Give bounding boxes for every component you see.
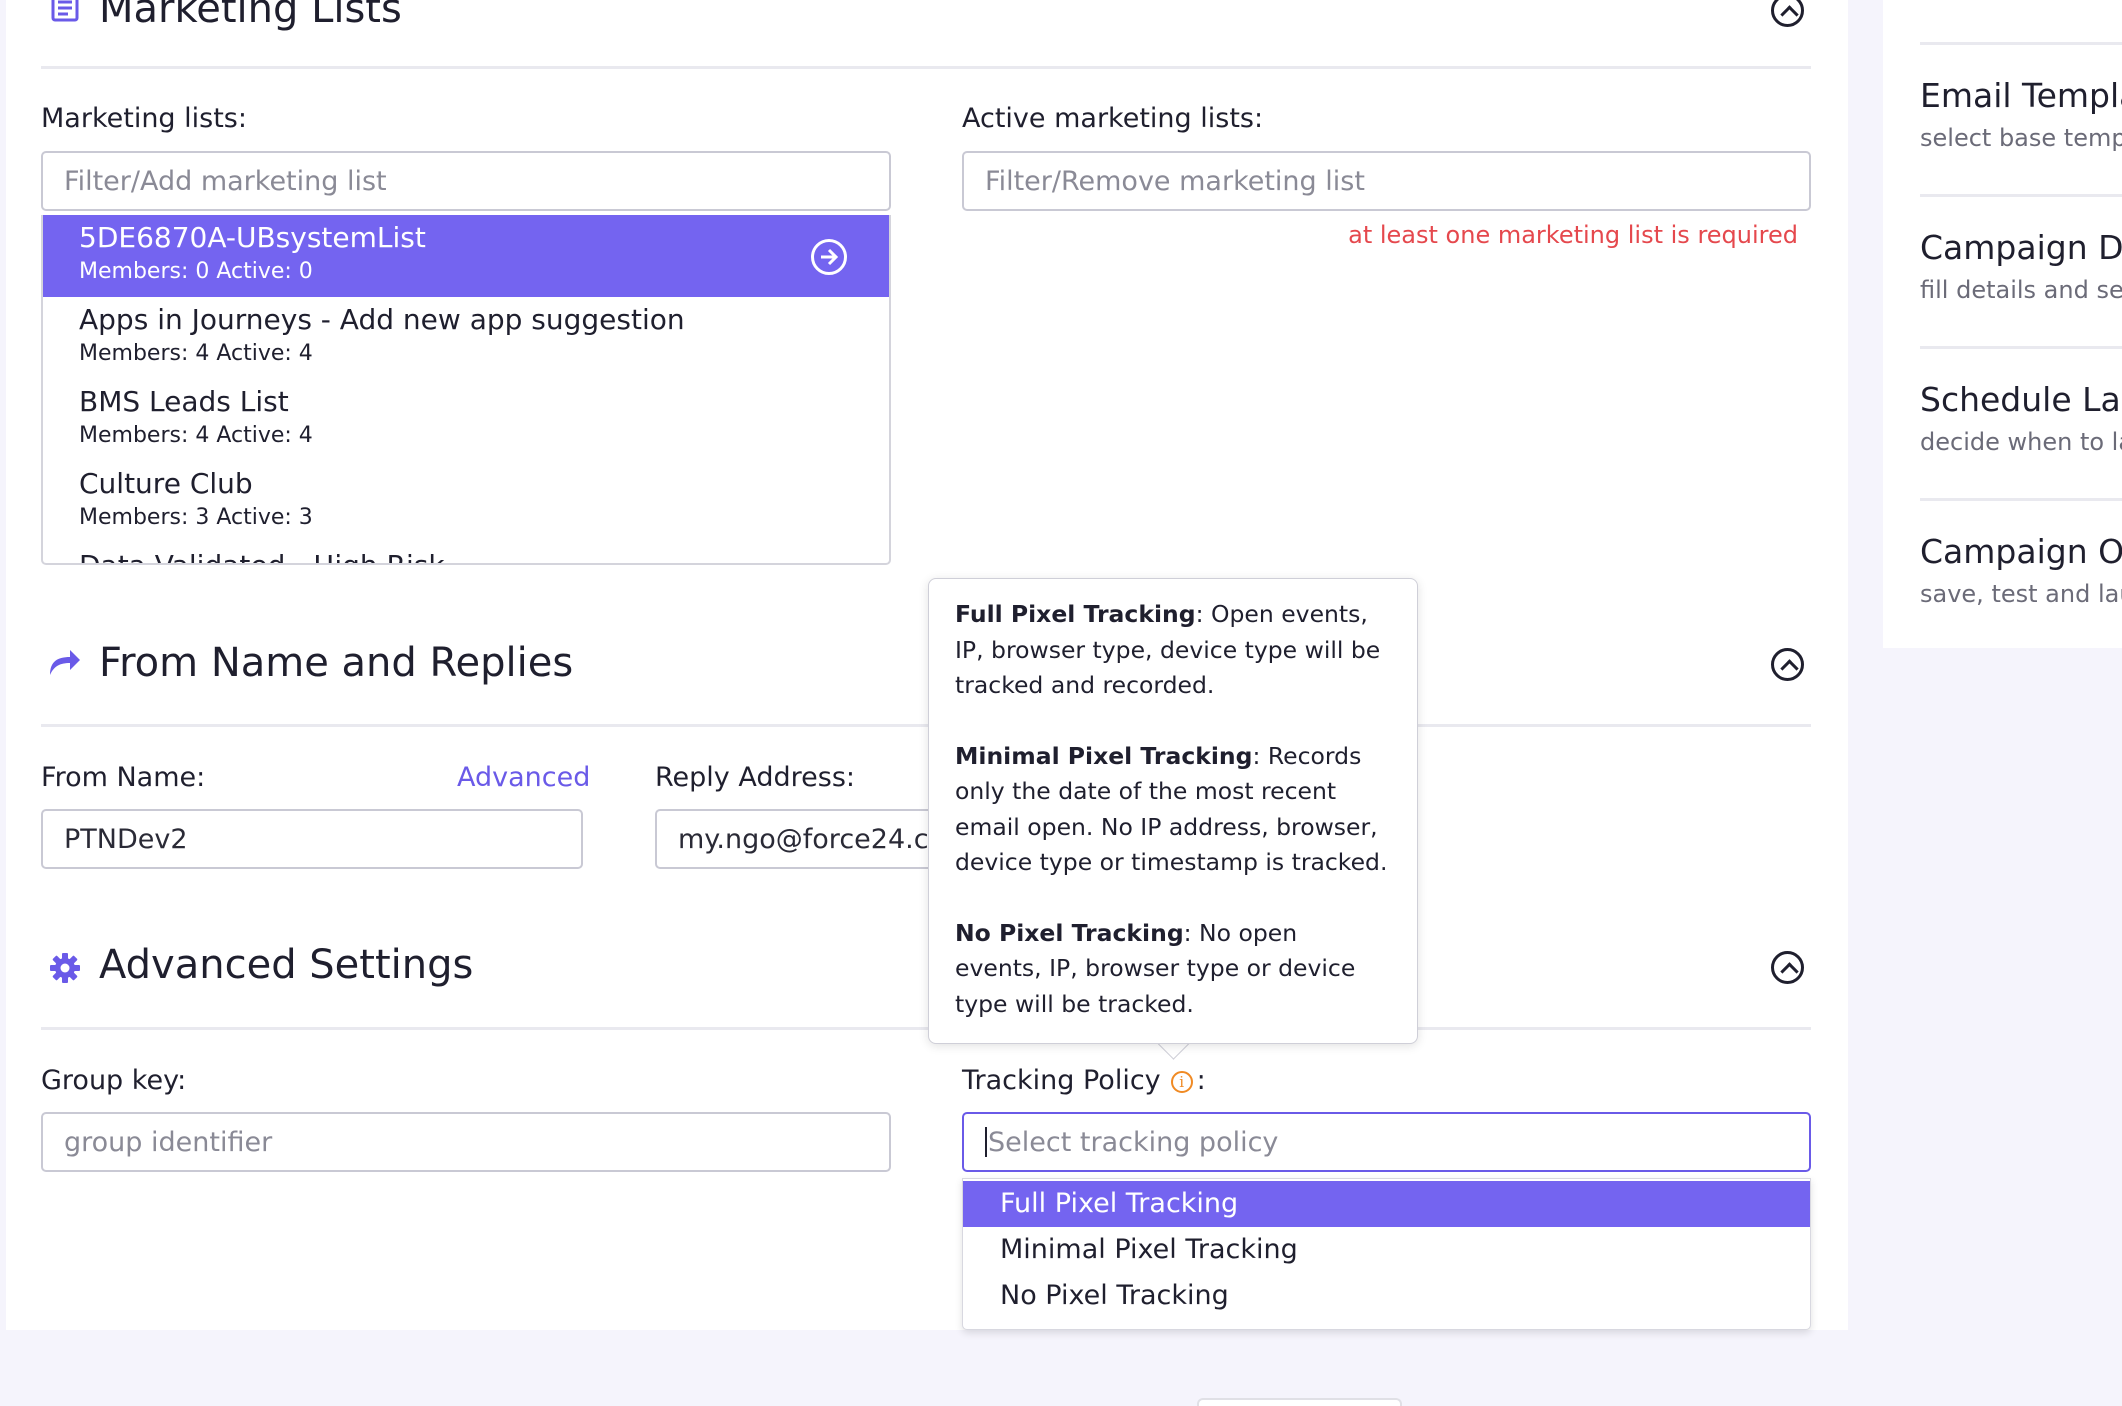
- reply-address-label: Reply Address:: [655, 762, 855, 793]
- list-item-meta: Members: 3 Active: 3: [79, 505, 313, 530]
- tooltip-full: Full Pixel Tracking: Open events, IP, br…: [955, 597, 1391, 704]
- from-collapse-chevron-icon[interactable]: [1771, 648, 1804, 681]
- step-title[interactable]: Campaign Ov: [1920, 532, 2122, 571]
- step-title[interactable]: Campaign De: [1920, 228, 2122, 267]
- list-item[interactable]: Culture Club Members: 3 Active: 3: [43, 461, 889, 543]
- from-name-input[interactable]: PTNDev2: [41, 809, 583, 869]
- tracking-policy-tooltip: Full Pixel Tracking: Open events, IP, br…: [928, 578, 1418, 1044]
- active-lists-filter-input[interactable]: Filter/Remove marketing list: [962, 151, 1811, 211]
- divider: [41, 66, 1811, 69]
- step-title[interactable]: Schedule Lau: [1920, 380, 2122, 419]
- active-lists-label: Active marketing lists:: [962, 103, 1264, 134]
- option-full-pixel-tracking[interactable]: Full Pixel Tracking: [963, 1181, 1810, 1227]
- reply-arrow-icon: [50, 650, 80, 675]
- list-item[interactable]: 5DE6870A-UBsystemList Members: 0 Active:…: [43, 215, 889, 297]
- tracking-policy-dropdown[interactable]: Full Pixel Tracking Minimal Pixel Tracki…: [962, 1178, 1811, 1330]
- step-subtitle: decide when to la: [1920, 428, 2122, 456]
- step-divider: [1920, 498, 2122, 501]
- from-section-title: From Name and Replies: [99, 640, 574, 686]
- group-key-input[interactable]: group identifier: [41, 1112, 891, 1172]
- list-item-meta: Members: 4 Active: 4: [79, 341, 313, 366]
- tooltip-none-title: No Pixel Tracking: [955, 918, 1184, 947]
- tooltip-full-title: Full Pixel Tracking: [955, 600, 1196, 628]
- list-item-name: BMS Leads List: [79, 385, 289, 418]
- list-item-name: Apps in Journeys - Add new app suggestio…: [79, 303, 685, 336]
- from-name-label: From Name:: [41, 762, 206, 793]
- list-item-name: Culture Club: [79, 467, 253, 500]
- tracking-policy-label: Tracking Policy i:: [962, 1065, 1206, 1096]
- step-subtitle: select base templ: [1920, 124, 2122, 152]
- list-item-meta: Members: 4 Active: 4: [79, 423, 313, 448]
- marketing-list[interactable]: 5DE6870A-UBsystemList Members: 0 Active:…: [41, 215, 891, 565]
- marketing-filter-input[interactable]: Filter/Add marketing list: [41, 151, 891, 211]
- tracking-policy-label-text: Tracking Policy: [962, 1065, 1161, 1096]
- divider: [41, 724, 1811, 727]
- tooltip-none: No Pixel Tracking: No open events, IP, b…: [955, 916, 1391, 1023]
- step-subtitle: fill details and sett: [1920, 276, 2122, 304]
- tracking-policy-select[interactable]: Select tracking policy: [962, 1112, 1811, 1172]
- advanced-link[interactable]: Advanced: [457, 762, 590, 793]
- gear-icon: [50, 953, 80, 983]
- add-arrow-icon[interactable]: [811, 239, 847, 275]
- step-title[interactable]: Email Templa: [1920, 76, 2122, 115]
- list-item-name: Data Validated - High Risk: [79, 549, 445, 563]
- step-divider: [1920, 194, 2122, 197]
- list-document-icon: [51, 0, 79, 22]
- text-cursor: [985, 1127, 987, 1157]
- tracking-policy-placeholder: Select tracking policy: [988, 1126, 1279, 1158]
- option-no-pixel-tracking[interactable]: No Pixel Tracking: [963, 1273, 1810, 1319]
- step-divider: [1920, 42, 2122, 45]
- marketing-lists-label: Marketing lists:: [41, 103, 247, 134]
- list-item[interactable]: Apps in Journeys - Add new app suggestio…: [43, 297, 889, 379]
- bottom-tab[interactable]: [1197, 1398, 1402, 1406]
- step-subtitle: save, test and laun: [1920, 580, 2122, 608]
- list-item-meta: Members: 0 Active: 0: [79, 259, 313, 284]
- info-icon[interactable]: i: [1170, 1070, 1193, 1093]
- advanced-section-title: Advanced Settings: [99, 942, 474, 988]
- tracking-policy-colon: :: [1196, 1065, 1206, 1096]
- tooltip-minimal: Minimal Pixel Tracking: Records only the…: [955, 739, 1391, 881]
- marketing-section-title: Marketing Lists: [99, 0, 402, 32]
- advanced-collapse-chevron-icon[interactable]: [1771, 951, 1804, 984]
- group-key-label: Group key:: [41, 1065, 187, 1096]
- marketing-error-message: at least one marketing list is required: [1348, 221, 1798, 249]
- reply-address-input[interactable]: my.ngo@force24.co: [655, 809, 945, 869]
- list-item[interactable]: Data Validated - High Risk: [43, 543, 889, 563]
- list-item-name: 5DE6870A-UBsystemList: [79, 221, 426, 254]
- option-minimal-pixel-tracking[interactable]: Minimal Pixel Tracking: [963, 1227, 1810, 1273]
- step-divider: [1920, 346, 2122, 349]
- list-item[interactable]: BMS Leads List Members: 4 Active: 4: [43, 379, 889, 461]
- tooltip-minimal-title: Minimal Pixel Tracking: [955, 741, 1253, 770]
- divider: [41, 1027, 1811, 1030]
